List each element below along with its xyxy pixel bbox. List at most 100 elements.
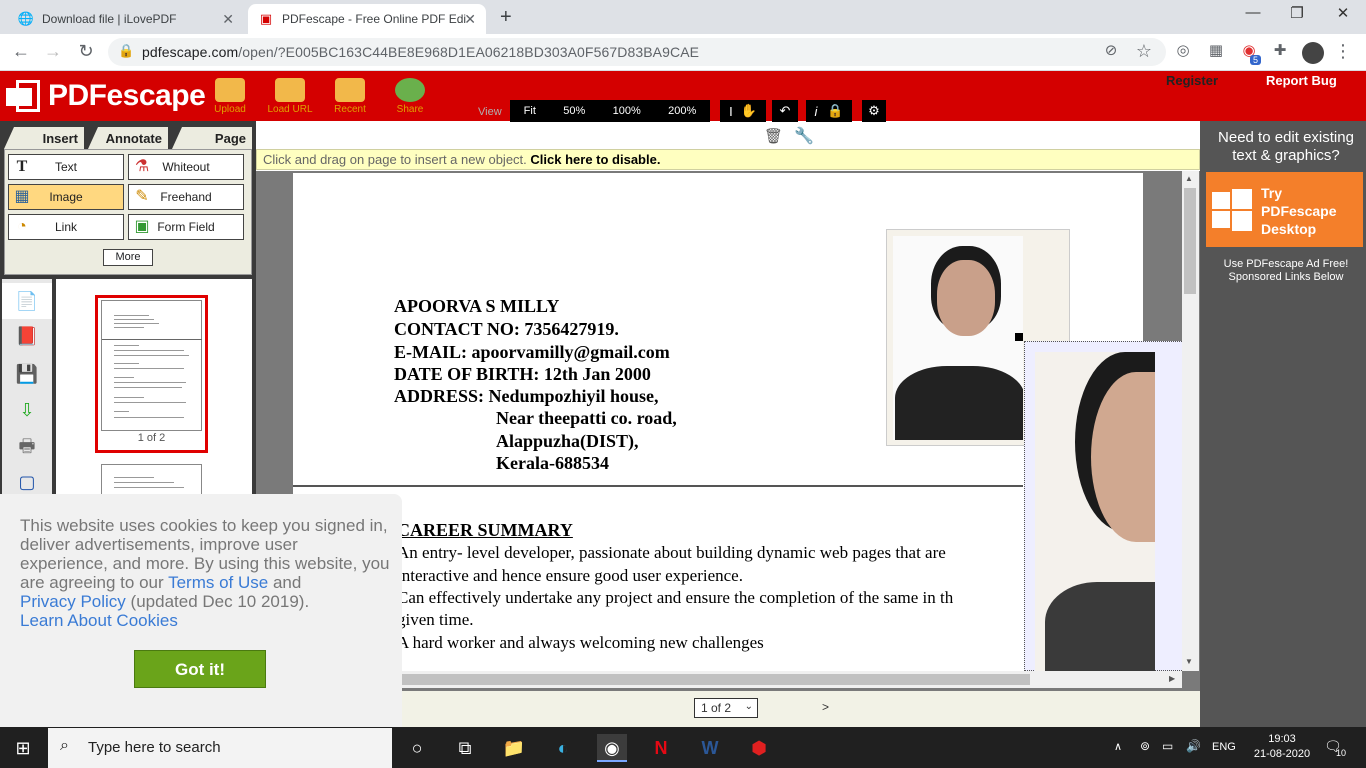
acrobat-icon[interactable]: ⬢ [744, 734, 774, 762]
taskbar-search[interactable]: ⌕ Type here to search [48, 728, 392, 768]
pdfescape-logo[interactable]: PDFescape [6, 78, 206, 114]
url-text[interactable]: pdfescape.com/open/?E005BC163C44BE8E968D… [142, 44, 699, 60]
scroll-down-icon[interactable]: ▼ [1185, 657, 1193, 666]
text-icon: T [16, 158, 28, 175]
register-link[interactable]: Register [1166, 73, 1218, 88]
pdfescape-favicon-icon: ▣ [259, 11, 273, 26]
privacy-link[interactable]: Privacy Policy [20, 592, 126, 611]
minimize-icon[interactable]: — [1238, 4, 1268, 21]
zoom-fit[interactable]: Fit [524, 105, 536, 117]
close-window-icon[interactable]: ✕ [1328, 4, 1358, 22]
text-tool[interactable]: T Text [8, 154, 124, 180]
learn-cookies-link[interactable]: Learn About Cookies [20, 611, 178, 630]
whiteout-tool[interactable]: ⚗ Whiteout [128, 154, 244, 180]
page-select[interactable]: 1 of 2 ⌄ [694, 698, 758, 718]
close-tab-icon[interactable]: ✕ [222, 11, 234, 28]
image-tool[interactable]: ▦ Image [8, 184, 124, 210]
image-icon: ▦ [14, 188, 30, 205]
windows-start-icon[interactable]: ⊞ [8, 734, 38, 762]
form-field-tool[interactable]: ▣ Form Field [128, 214, 244, 240]
close-tab-icon[interactable]: ✕ [464, 11, 476, 28]
need-edit-text: Need to edit existing text & graphics? [1218, 129, 1354, 164]
battery-icon[interactable]: ▭ [1162, 739, 1173, 753]
zoom-100[interactable]: 100% [613, 105, 641, 117]
search-icon: ⌕ [60, 737, 69, 754]
vertical-scroll-thumb[interactable] [1184, 188, 1196, 294]
upload-button[interactable]: Upload [205, 78, 255, 115]
inserted-image-object[interactable] [1024, 341, 1184, 672]
lock-tool-icon[interactable]: 🔒 [827, 103, 843, 119]
extension-badge-count: 5 [1250, 55, 1262, 65]
horizontal-scroll-thumb[interactable] [400, 674, 1030, 685]
lock-icon[interactable]: 🔒 [118, 43, 134, 59]
recent-button[interactable]: Recent [325, 78, 375, 115]
doc-address-4: Kerala-688534 [496, 453, 609, 473]
page-thumbnail-1[interactable] [101, 300, 202, 431]
scroll-right-icon[interactable]: ▶ [1169, 674, 1175, 683]
resize-handle[interactable] [1015, 333, 1023, 341]
tab-ilovepdf[interactable]: 🌐 Download file | iLovePDF ✕ [8, 4, 244, 34]
scroll-up-icon[interactable]: ▲ [1185, 174, 1193, 183]
info-icon[interactable]: i [814, 104, 817, 119]
save-icon[interactable]: 💾 [14, 361, 40, 387]
trash-icon[interactable]: 🗑 [764, 127, 783, 145]
zoom-50[interactable]: 50% [563, 105, 585, 117]
download-icon[interactable]: ⇩ [14, 397, 40, 423]
load-url-button[interactable]: Load URL [265, 78, 315, 115]
print-icon[interactable]: 🖶 [14, 433, 40, 459]
report-bug-link[interactable]: Report Bug [1266, 73, 1337, 88]
tab-pdfescape[interactable]: ▣ PDFescape - Free Online PDF Edi ✕ [248, 4, 486, 34]
pdf-icon[interactable]: 📕 [14, 323, 40, 349]
clock[interactable]: 19:03 21-08-2020 [1252, 732, 1312, 762]
extension-grid-icon[interactable]: ▦ [1205, 41, 1227, 59]
wrench-icon[interactable]: 🔧 [794, 126, 814, 146]
extension-compass-icon[interactable]: ◎ [1172, 41, 1194, 59]
next-page-button[interactable]: > [822, 700, 829, 714]
settings-gear-icon[interactable]: ⚙ [862, 100, 886, 122]
doc-name: APOORVA S MILLY [394, 296, 560, 316]
reload-icon[interactable]: ↻ [75, 41, 97, 62]
panel-tabs: Insert Annotate Page [4, 127, 252, 149]
share-button[interactable]: Share [385, 78, 435, 115]
info-lock-tools: i 🔒 [806, 100, 852, 122]
word-icon[interactable]: W [695, 734, 725, 762]
tab-annotate[interactable]: Annotate [88, 127, 168, 149]
hand-icon[interactable]: ✋ [741, 103, 757, 119]
document-icon[interactable]: ▢ [14, 469, 40, 495]
maximize-icon[interactable]: ❐ [1282, 4, 1312, 22]
back-icon[interactable]: ← [10, 41, 32, 62]
edge-icon[interactable]: ◐ [548, 734, 578, 762]
profile-avatar[interactable] [1302, 42, 1324, 64]
bookmark-star-icon[interactable]: ☆ [1133, 41, 1155, 62]
try-desktop-ad[interactable]: Try PDFescape Desktop [1206, 172, 1363, 247]
link-tool[interactable]: ◔ Link [8, 214, 124, 240]
chrome-icon[interactable]: ◉ [597, 734, 627, 762]
new-tab-icon[interactable]: + [500, 6, 512, 29]
tray-chevron-icon[interactable]: ∧ [1114, 740, 1122, 753]
doc-line: An entry- level developer, passionate ab… [397, 543, 946, 562]
tab-insert[interactable]: Insert [4, 127, 84, 149]
extensions-puzzle-icon[interactable]: ✚ [1269, 41, 1291, 59]
freehand-tool[interactable]: ✎ Freehand [128, 184, 244, 210]
cortana-icon[interactable]: ○ [402, 734, 432, 762]
volume-icon[interactable]: 🔊 [1186, 739, 1201, 753]
got-it-button[interactable]: Got it! [134, 650, 266, 688]
netflix-icon[interactable]: N [646, 734, 676, 762]
more-button[interactable]: More [103, 249, 153, 266]
tab-page[interactable]: Page [172, 127, 252, 149]
terms-link[interactable]: Terms of Use [168, 573, 268, 592]
network-icon[interactable]: ⊚ [1140, 739, 1150, 753]
task-view-icon[interactable]: ⧉ [450, 734, 480, 762]
forward-icon[interactable]: → [42, 41, 64, 62]
zoom-200[interactable]: 200% [668, 105, 696, 117]
disable-hint-link[interactable]: Click here to disable. [530, 152, 660, 167]
file-explorer-icon[interactable]: 📁 [499, 734, 529, 762]
tab-title: PDFescape - Free Online PDF Edi [282, 12, 467, 26]
menu-kebab-icon[interactable]: ⋮ [1332, 41, 1354, 62]
tracking-blocked-icon[interactable]: ⊘ [1100, 41, 1122, 59]
language-indicator[interactable]: ENG [1212, 741, 1236, 753]
text-cursor-icon[interactable]: I [729, 104, 733, 119]
undo-icon[interactable]: ↶ [772, 100, 798, 122]
pages-icon[interactable]: 📄 [2, 283, 52, 319]
zoom-bar: Fit 50% 100% 200% [510, 100, 710, 122]
